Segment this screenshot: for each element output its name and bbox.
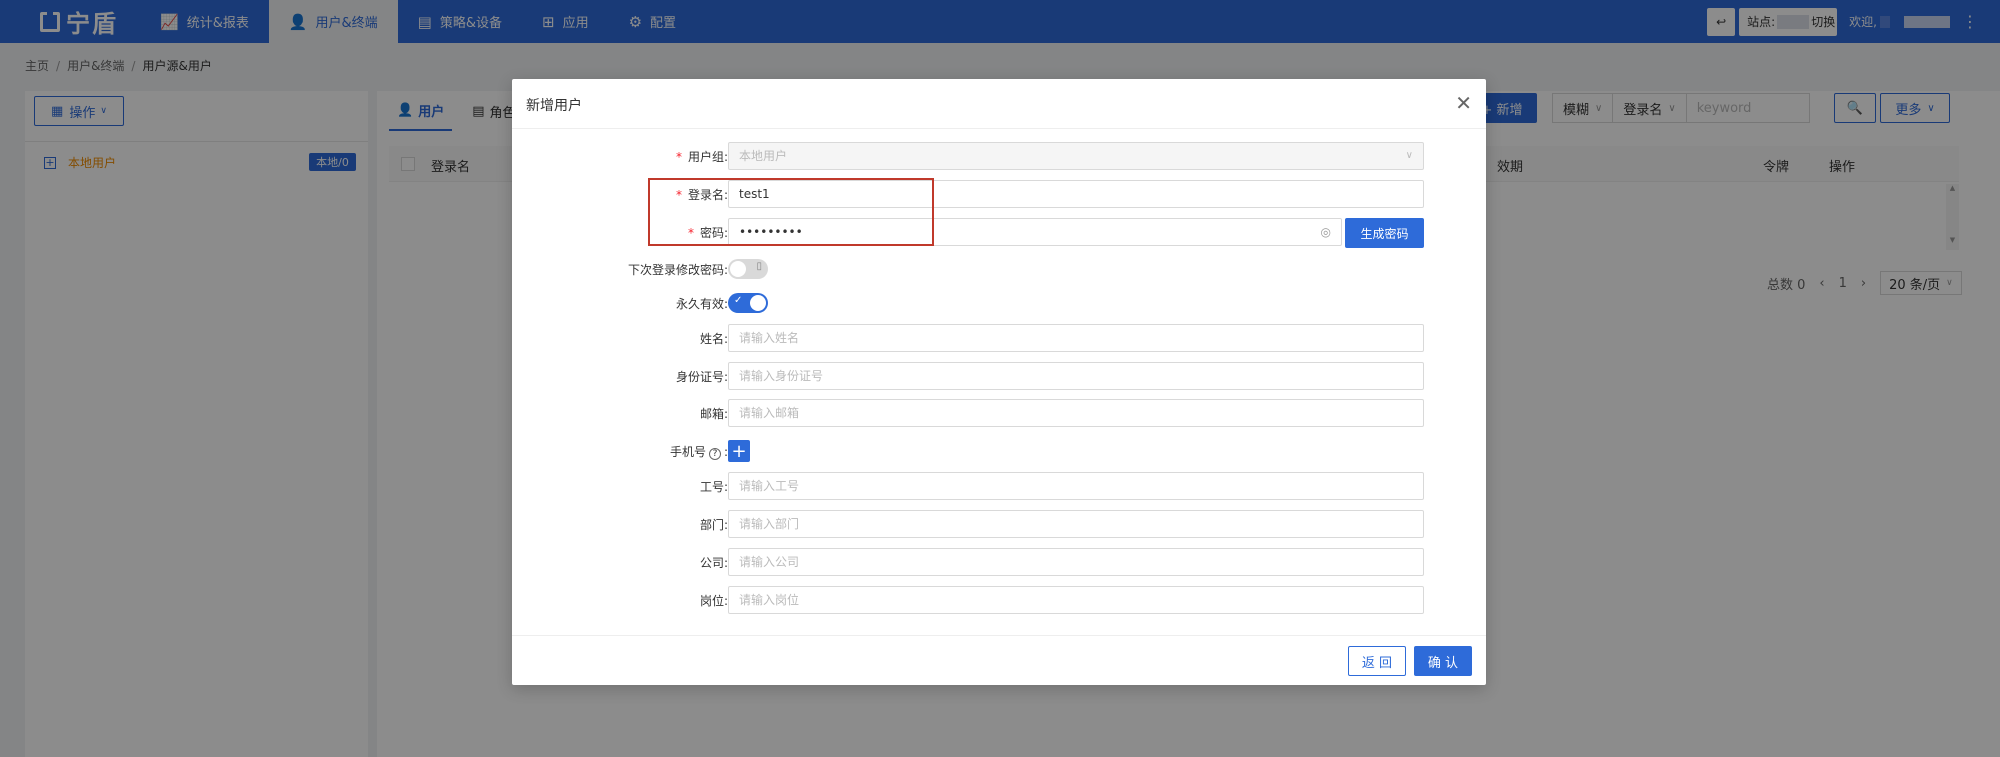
- row-id-card: 身份证号: 请输入身份证号: [512, 362, 1486, 390]
- back-button[interactable]: 返 回: [1348, 646, 1406, 676]
- toggle-knob: [750, 295, 766, 311]
- modal-header: 新增用户 ✕: [512, 79, 1486, 129]
- email-label: 邮箱:: [699, 407, 728, 421]
- add-phone-button[interactable]: +: [728, 440, 750, 462]
- required-mark: *: [675, 150, 682, 164]
- id-card-input[interactable]: 请输入身份证号: [728, 362, 1424, 390]
- eye-hidden-icon[interactable]: ◎: [1321, 219, 1331, 245]
- row-permanent: 永久有效: ✓: [512, 289, 1486, 317]
- confirm-button[interactable]: 确 认: [1414, 646, 1472, 676]
- row-employee-no: 工号: 请输入工号: [512, 472, 1486, 500]
- company-input[interactable]: 请输入公司: [728, 548, 1424, 576]
- row-department: 部门: 请输入部门: [512, 510, 1486, 538]
- employee-no-input[interactable]: 请输入工号: [728, 472, 1424, 500]
- toggle-knob: [730, 261, 746, 277]
- name-input[interactable]: 请输入姓名: [728, 324, 1424, 352]
- label-text: 手机号: [669, 445, 706, 459]
- name-label: 姓名:: [699, 332, 728, 346]
- add-user-modal: 新增用户 ✕ * 用户组: 本地用户 ∨ * 登录名: test1 * 密码: •••…: [512, 79, 1486, 685]
- company-label: 公司:: [699, 556, 728, 570]
- modal-title: 新增用户: [526, 98, 582, 114]
- toggle-off-icon: ▯: [756, 261, 762, 272]
- employee-no-label: 工号:: [699, 480, 728, 494]
- permanent-label: 永久有效:: [675, 297, 728, 311]
- user-group-label: * 用户组:: [676, 148, 728, 165]
- row-position: 岗位: 请输入岗位: [512, 586, 1486, 614]
- row-user-group: * 用户组: 本地用户 ∨: [512, 142, 1486, 170]
- highlight-box: [648, 178, 934, 246]
- phone-label: 手机号?:: [670, 443, 728, 460]
- generate-password-button[interactable]: 生成密码: [1345, 218, 1424, 248]
- change-password-label: 下次登录修改密码:: [627, 263, 728, 277]
- permanent-toggle[interactable]: ✓: [728, 293, 768, 313]
- chevron-down-icon: ∨: [1405, 150, 1413, 161]
- id-card-label: 身份证号:: [675, 370, 728, 384]
- check-icon: ✓: [734, 295, 743, 306]
- help-icon[interactable]: ?: [708, 448, 721, 460]
- position-input[interactable]: 请输入岗位: [728, 586, 1424, 614]
- user-group-value: 本地用户: [739, 149, 788, 163]
- user-group-select[interactable]: 本地用户 ∨: [728, 142, 1424, 170]
- department-label: 部门:: [699, 518, 728, 532]
- label-text: 用户组:: [687, 150, 728, 164]
- department-input[interactable]: 请输入部门: [728, 510, 1424, 538]
- row-email: 邮箱: 请输入邮箱: [512, 399, 1486, 427]
- row-change-password-next: 下次登录修改密码: ▯: [512, 255, 1486, 283]
- email-input[interactable]: 请输入邮箱: [728, 399, 1424, 427]
- close-icon[interactable]: ✕: [1455, 91, 1472, 115]
- row-company: 公司: 请输入公司: [512, 548, 1486, 576]
- row-phone: 手机号?: +: [512, 437, 1486, 465]
- position-label: 岗位:: [699, 594, 728, 608]
- change-password-toggle[interactable]: ▯: [728, 259, 768, 279]
- row-name: 姓名: 请输入姓名: [512, 324, 1486, 352]
- modal-footer: 返 回 确 认: [512, 635, 1486, 685]
